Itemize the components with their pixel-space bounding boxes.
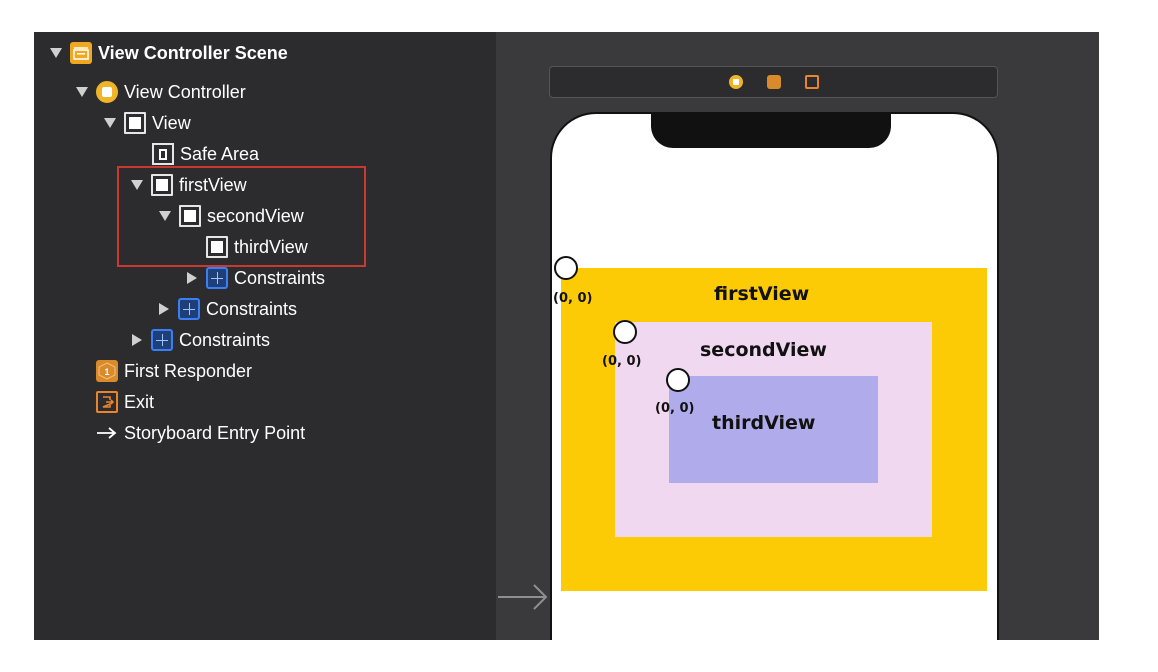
svg-text:1: 1 — [104, 367, 109, 377]
first-responder-icon[interactable] — [766, 75, 781, 89]
disclosure-expanded-icon[interactable] — [48, 45, 64, 61]
first-view-label: firstView — [714, 283, 810, 305]
outline-row-view-controller[interactable]: View Controller — [74, 79, 246, 105]
origin-label: (0, 0) — [655, 401, 695, 416]
safe-area-icon — [152, 143, 174, 165]
outline-row-constraints-view[interactable]: Constraints — [129, 327, 270, 353]
origin-marker — [613, 320, 637, 344]
origin-label: (0, 0) — [553, 291, 593, 306]
outline-row-first-responder[interactable]: 1 First Responder — [96, 358, 252, 384]
outline-row-constraints-second[interactable]: Constraints — [184, 265, 325, 291]
outline-row-safe-area[interactable]: Safe Area — [152, 141, 259, 167]
constraints-icon — [151, 329, 173, 351]
outline-label: Constraints — [234, 267, 326, 288]
scene-icon — [70, 42, 92, 64]
arrow-right-icon — [96, 422, 118, 444]
constraints-icon — [178, 298, 200, 320]
scene-dock — [549, 66, 998, 98]
entry-point-arrow-icon[interactable] — [496, 580, 550, 614]
disclosure-collapsed-icon[interactable] — [184, 270, 200, 286]
selection-highlight — [117, 166, 366, 267]
outline-label: First Responder — [124, 360, 253, 381]
disclosure-collapsed-icon[interactable] — [156, 301, 172, 317]
storyboard-canvas[interactable]: firstView secondView thirdView (0, 0) (0… — [496, 32, 1099, 640]
document-outline: View Controller Scene View Controller Vi… — [34, 32, 496, 640]
outline-row-constraints-first[interactable]: Constraints — [156, 296, 297, 322]
outline-row-exit[interactable]: Exit — [96, 389, 154, 415]
first-responder-icon: 1 — [96, 360, 118, 382]
outline-label: View — [152, 112, 191, 133]
outline-label: Constraints — [179, 329, 271, 350]
disclosure-collapsed-icon[interactable] — [129, 332, 145, 348]
outline-row-view[interactable]: View — [102, 110, 191, 136]
outline-label: Constraints — [206, 298, 298, 319]
exit-icon[interactable] — [804, 75, 819, 89]
outline-row-entry-point[interactable]: Storyboard Entry Point — [96, 420, 305, 446]
outline-label: View Controller — [124, 81, 246, 102]
disclosure-expanded-icon[interactable] — [74, 84, 90, 100]
origin-marker — [666, 368, 690, 392]
disclosure-expanded-icon[interactable] — [102, 115, 118, 131]
view-controller-icon[interactable] — [728, 75, 743, 89]
view-controller-icon — [96, 81, 118, 103]
device-notch — [651, 114, 891, 148]
outline-label: Safe Area — [180, 143, 260, 164]
outline-label: View Controller Scene — [98, 42, 288, 63]
second-view-label: secondView — [700, 339, 827, 361]
exit-icon — [96, 391, 118, 413]
outline-row-scene[interactable]: View Controller Scene — [48, 40, 288, 66]
third-view-label: thirdView — [712, 412, 816, 434]
outline-label: Exit — [124, 391, 155, 412]
outline-label: Storyboard Entry Point — [124, 422, 306, 443]
constraints-icon — [206, 267, 228, 289]
origin-marker — [554, 256, 578, 280]
view-icon — [124, 112, 146, 134]
origin-label: (0, 0) — [602, 354, 642, 369]
